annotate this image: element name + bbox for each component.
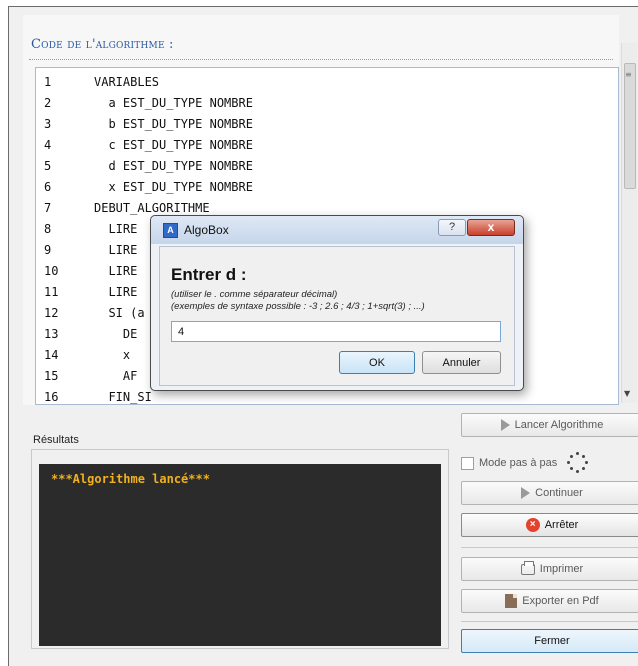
algobox-app-icon: A: [163, 223, 178, 238]
code-text: x EST_DU_TYPE NOMBRE: [94, 180, 253, 194]
dialog-hint-decimal: (utiliser le . comme séparateur décimal): [171, 289, 338, 300]
value-input[interactable]: [171, 321, 501, 342]
code-text: d EST_DU_TYPE NOMBRE: [94, 159, 253, 173]
code-text: LIRE: [94, 243, 138, 257]
code-text: LIRE: [94, 285, 138, 299]
dialog-hint-examples: (exemples de syntaxe possible : -3 ; 2.6…: [171, 301, 425, 312]
line-number: 2: [44, 96, 52, 110]
code-text: c EST_DU_TYPE NOMBRE: [94, 138, 253, 152]
help-button[interactable]: ?: [438, 219, 466, 236]
run-algorithm-button[interactable]: Lancer Algorithme: [461, 413, 638, 437]
code-text: AF: [94, 369, 138, 383]
pdf-icon: [505, 594, 518, 608]
scroll-thumb[interactable]: [624, 63, 636, 189]
console-text: ***Algorithme lancé***: [51, 472, 210, 486]
line-number: 4: [44, 138, 52, 152]
close-window-button[interactable]: Fermer: [461, 629, 638, 653]
algobox-window: Code de l'algorithme : 1 VARIABLES 2 a EST…: [8, 6, 638, 666]
code-heading-text: Code de l'algorithme :: [31, 37, 174, 52]
line-number: 11: [44, 285, 59, 299]
code-text: DE: [94, 327, 138, 341]
dialog-prompt: Entrer d :: [171, 265, 247, 284]
line-number: 14: [44, 348, 59, 362]
scroll-grip-icon: ≡: [625, 70, 632, 79]
code-text: SI (a: [94, 306, 145, 320]
line-number: 15: [44, 369, 59, 383]
step-mode-label: Mode pas à pas: [479, 457, 558, 469]
dialog-titlebar[interactable]: A AlgoBox ? x: [151, 216, 523, 244]
line-number: 9: [44, 243, 52, 257]
cancel-button[interactable]: Annuler: [422, 351, 501, 374]
input-dialog: A AlgoBox ? x Entrer d : (utiliser le . …: [150, 215, 524, 391]
line-number: 8: [44, 222, 52, 236]
results-console: ***Algorithme lancé***: [39, 464, 441, 646]
code-text: LIRE: [94, 264, 138, 278]
heading-divider: [29, 59, 613, 60]
side-divider: [461, 547, 638, 548]
dialog-title: AlgoBox: [184, 223, 229, 237]
code-heading: Code de l'algorithme :: [31, 37, 174, 52]
run-algorithm-label: Lancer Algorithme: [514, 419, 604, 431]
play-icon: [500, 419, 510, 431]
side-divider: [461, 621, 638, 622]
close-window-label: Fermer: [534, 635, 570, 647]
line-number: 10: [44, 264, 59, 278]
code-scrollbar[interactable]: [621, 43, 637, 403]
line-number: 5: [44, 159, 52, 173]
line-number: 7: [44, 201, 52, 215]
continue-button[interactable]: Continuer: [461, 481, 638, 505]
code-text: a EST_DU_TYPE NOMBRE: [94, 96, 253, 110]
spinner-icon: [567, 452, 589, 474]
stop-icon: ×: [525, 518, 540, 532]
play-icon: [521, 487, 531, 499]
step-mode-checkbox[interactable]: [461, 456, 474, 470]
printer-icon: [520, 560, 535, 575]
ok-button[interactable]: OK: [339, 351, 415, 374]
dialog-body: Entrer d : (utiliser le . comme séparate…: [159, 246, 515, 386]
code-text: VARIABLES: [94, 75, 160, 89]
stop-button[interactable]: × Arrêter: [461, 513, 638, 537]
code-text: LIRE: [94, 222, 138, 236]
line-number: 3: [44, 117, 52, 131]
line-number: 6: [44, 180, 52, 194]
code-text: FIN_SI: [94, 390, 152, 404]
stop-label: Arrêter: [544, 519, 579, 531]
continue-label: Continuer: [535, 487, 583, 499]
line-number: 12: [44, 306, 59, 320]
code-text: b EST_DU_TYPE NOMBRE: [94, 117, 253, 131]
scroll-down-arrow-icon[interactable]: ▼: [624, 389, 630, 398]
results-label: Résultats: [33, 434, 79, 446]
dialog-close-button[interactable]: x: [467, 219, 515, 236]
line-number: 1: [44, 75, 52, 89]
line-number: 16: [44, 390, 59, 404]
export-pdf-label: Exporter en Pdf: [522, 595, 599, 607]
export-pdf-button[interactable]: Exporter en Pdf: [461, 589, 638, 613]
print-button[interactable]: Imprimer: [461, 557, 638, 581]
step-mode-row[interactable]: Mode pas à pas: [461, 452, 589, 474]
code-text: x: [94, 348, 131, 362]
print-label: Imprimer: [539, 563, 584, 575]
line-number: 13: [44, 327, 59, 341]
